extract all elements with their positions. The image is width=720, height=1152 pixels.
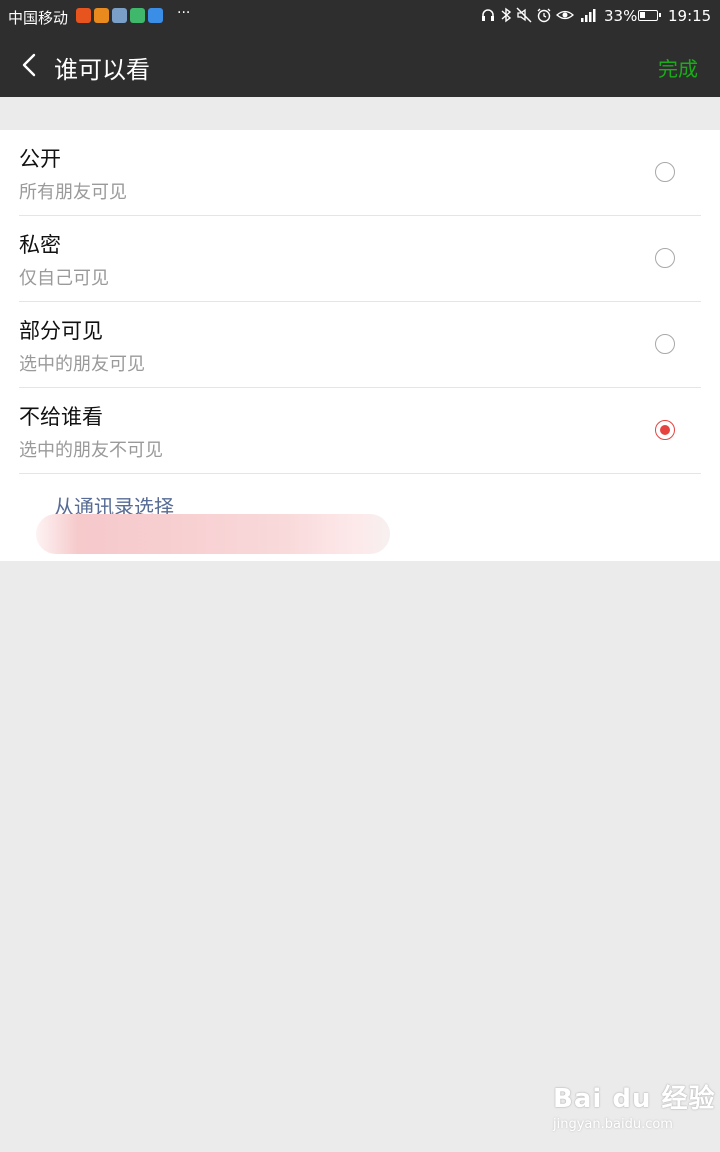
send-app-icon <box>148 8 163 23</box>
option-description: 仅自己可见 <box>19 268 109 289</box>
option-description: 选中的朋友可见 <box>19 354 145 375</box>
battery-percentage: 33% <box>604 7 638 25</box>
option-hide-from[interactable]: 不给谁看 选中的朋友不可见 <box>0 388 720 474</box>
divider <box>19 473 701 474</box>
option-label: 不给谁看 <box>19 405 103 429</box>
alarm-icon <box>537 8 551 23</box>
page-title: 谁可以看 <box>54 56 150 84</box>
option-private[interactable]: 私密 仅自己可见 <box>0 216 720 302</box>
bluetooth-icon <box>501 7 512 23</box>
system-icons <box>480 7 598 23</box>
weibo-app-icon <box>76 8 91 23</box>
status-bar: 中国移动 ··· 33% 19:15 <box>0 0 720 33</box>
radio-button[interactable] <box>655 162 675 182</box>
baidu-jingyan-watermark: Bai du 经验 <box>553 1084 716 1114</box>
radio-button-selected[interactable] <box>655 420 675 440</box>
option-label: 公开 <box>19 147 61 171</box>
option-partial-visible[interactable]: 部分可见 选中的朋友可见 <box>0 302 720 388</box>
headphones-icon <box>482 9 494 21</box>
signal-icon <box>581 9 596 22</box>
eye-icon <box>556 10 574 20</box>
visibility-options-list: 公开 所有朋友可见 私密 仅自己可见 部分可见 选中的朋友可见 不给谁看 选中的… <box>0 130 720 561</box>
option-description: 所有朋友可见 <box>19 182 127 203</box>
status-time: 19:15 <box>668 7 712 25</box>
play-app-icon <box>130 8 145 23</box>
notification-app-icons <box>76 8 163 23</box>
option-label: 部分可见 <box>19 319 103 343</box>
navigation-bar: 谁可以看 完成 <box>0 33 720 97</box>
battery-icon <box>638 10 661 21</box>
watermark-url: jingyan.baidu.com <box>553 1117 673 1132</box>
carrier-name: 中国移动 <box>8 9 69 27</box>
back-arrow-icon[interactable] <box>16 51 44 79</box>
mute-icon <box>516 7 532 23</box>
weibo-eye-app-icon <box>94 8 109 23</box>
option-description: 选中的朋友不可见 <box>19 440 163 461</box>
more-notifications-icon: ··· <box>177 5 191 21</box>
radio-button[interactable] <box>655 248 675 268</box>
selected-contacts-blurred[interactable] <box>36 514 390 554</box>
radio-button[interactable] <box>655 334 675 354</box>
browser-app-icon <box>112 8 127 23</box>
done-button[interactable]: 完成 <box>658 53 698 82</box>
option-label: 私密 <box>19 233 61 257</box>
option-public[interactable]: 公开 所有朋友可见 <box>0 130 720 216</box>
